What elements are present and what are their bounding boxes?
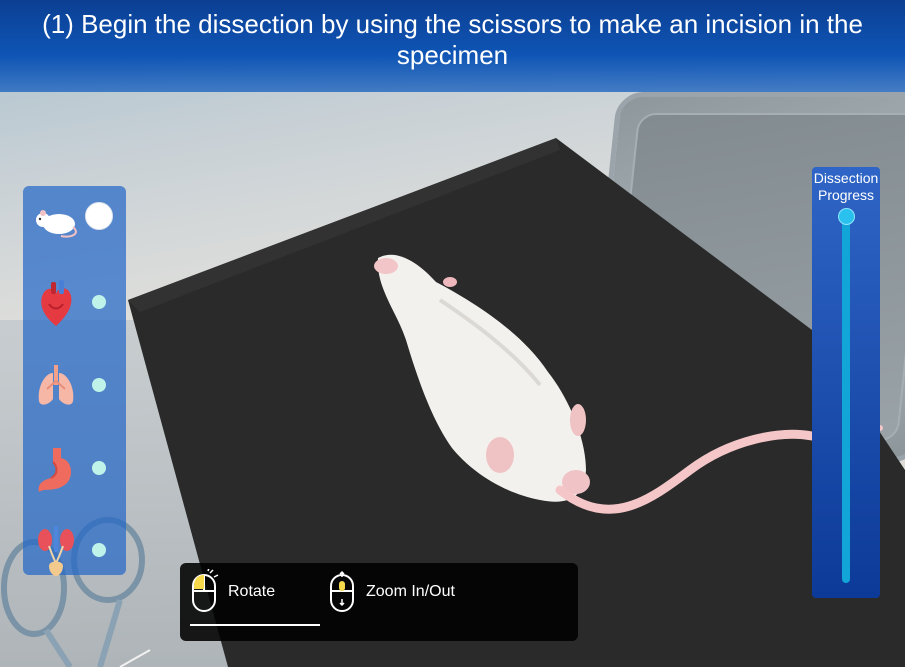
status-dot-pending	[92, 378, 106, 392]
rotate-label: Rotate	[228, 583, 276, 600]
controls-hint-panel: Rotate Zoom In/Out	[180, 563, 578, 641]
lungs-icon	[38, 365, 74, 405]
status-dot-pending	[92, 295, 106, 309]
control-rotate: Rotate	[190, 569, 275, 615]
organ-item-lungs[interactable]	[23, 351, 126, 421]
zoom-label: Zoom In/Out	[366, 583, 455, 600]
dissection-progress-panel: Dissection Progress	[812, 167, 880, 598]
organ-item-specimen[interactable]	[23, 186, 126, 256]
progress-indicator	[838, 208, 855, 225]
stomach-icon	[38, 448, 72, 492]
status-dot-pending	[92, 461, 106, 475]
kidneys-icon	[38, 526, 74, 576]
active-control-underline	[190, 624, 320, 626]
organ-item-stomach[interactable]	[23, 434, 126, 504]
control-zoom: Zoom In/Out	[328, 569, 455, 615]
instruction-banner: (1) Begin the dissection by using the sc…	[0, 0, 905, 92]
rat-icon	[36, 210, 77, 238]
progress-title: Dissection Progress	[813, 170, 879, 203]
progress-track	[842, 215, 850, 583]
instruction-text: (1) Begin the dissection by using the sc…	[42, 9, 863, 70]
status-dot-pending	[92, 543, 106, 557]
mouse-left-click-icon	[192, 569, 219, 612]
status-dot-active	[85, 202, 113, 230]
organ-item-kidneys[interactable]	[23, 516, 126, 586]
mouse-scroll-icon	[330, 570, 354, 612]
heart-icon	[41, 280, 72, 326]
organ-item-heart[interactable]	[23, 268, 126, 338]
organ-checklist-panel	[23, 186, 126, 576]
